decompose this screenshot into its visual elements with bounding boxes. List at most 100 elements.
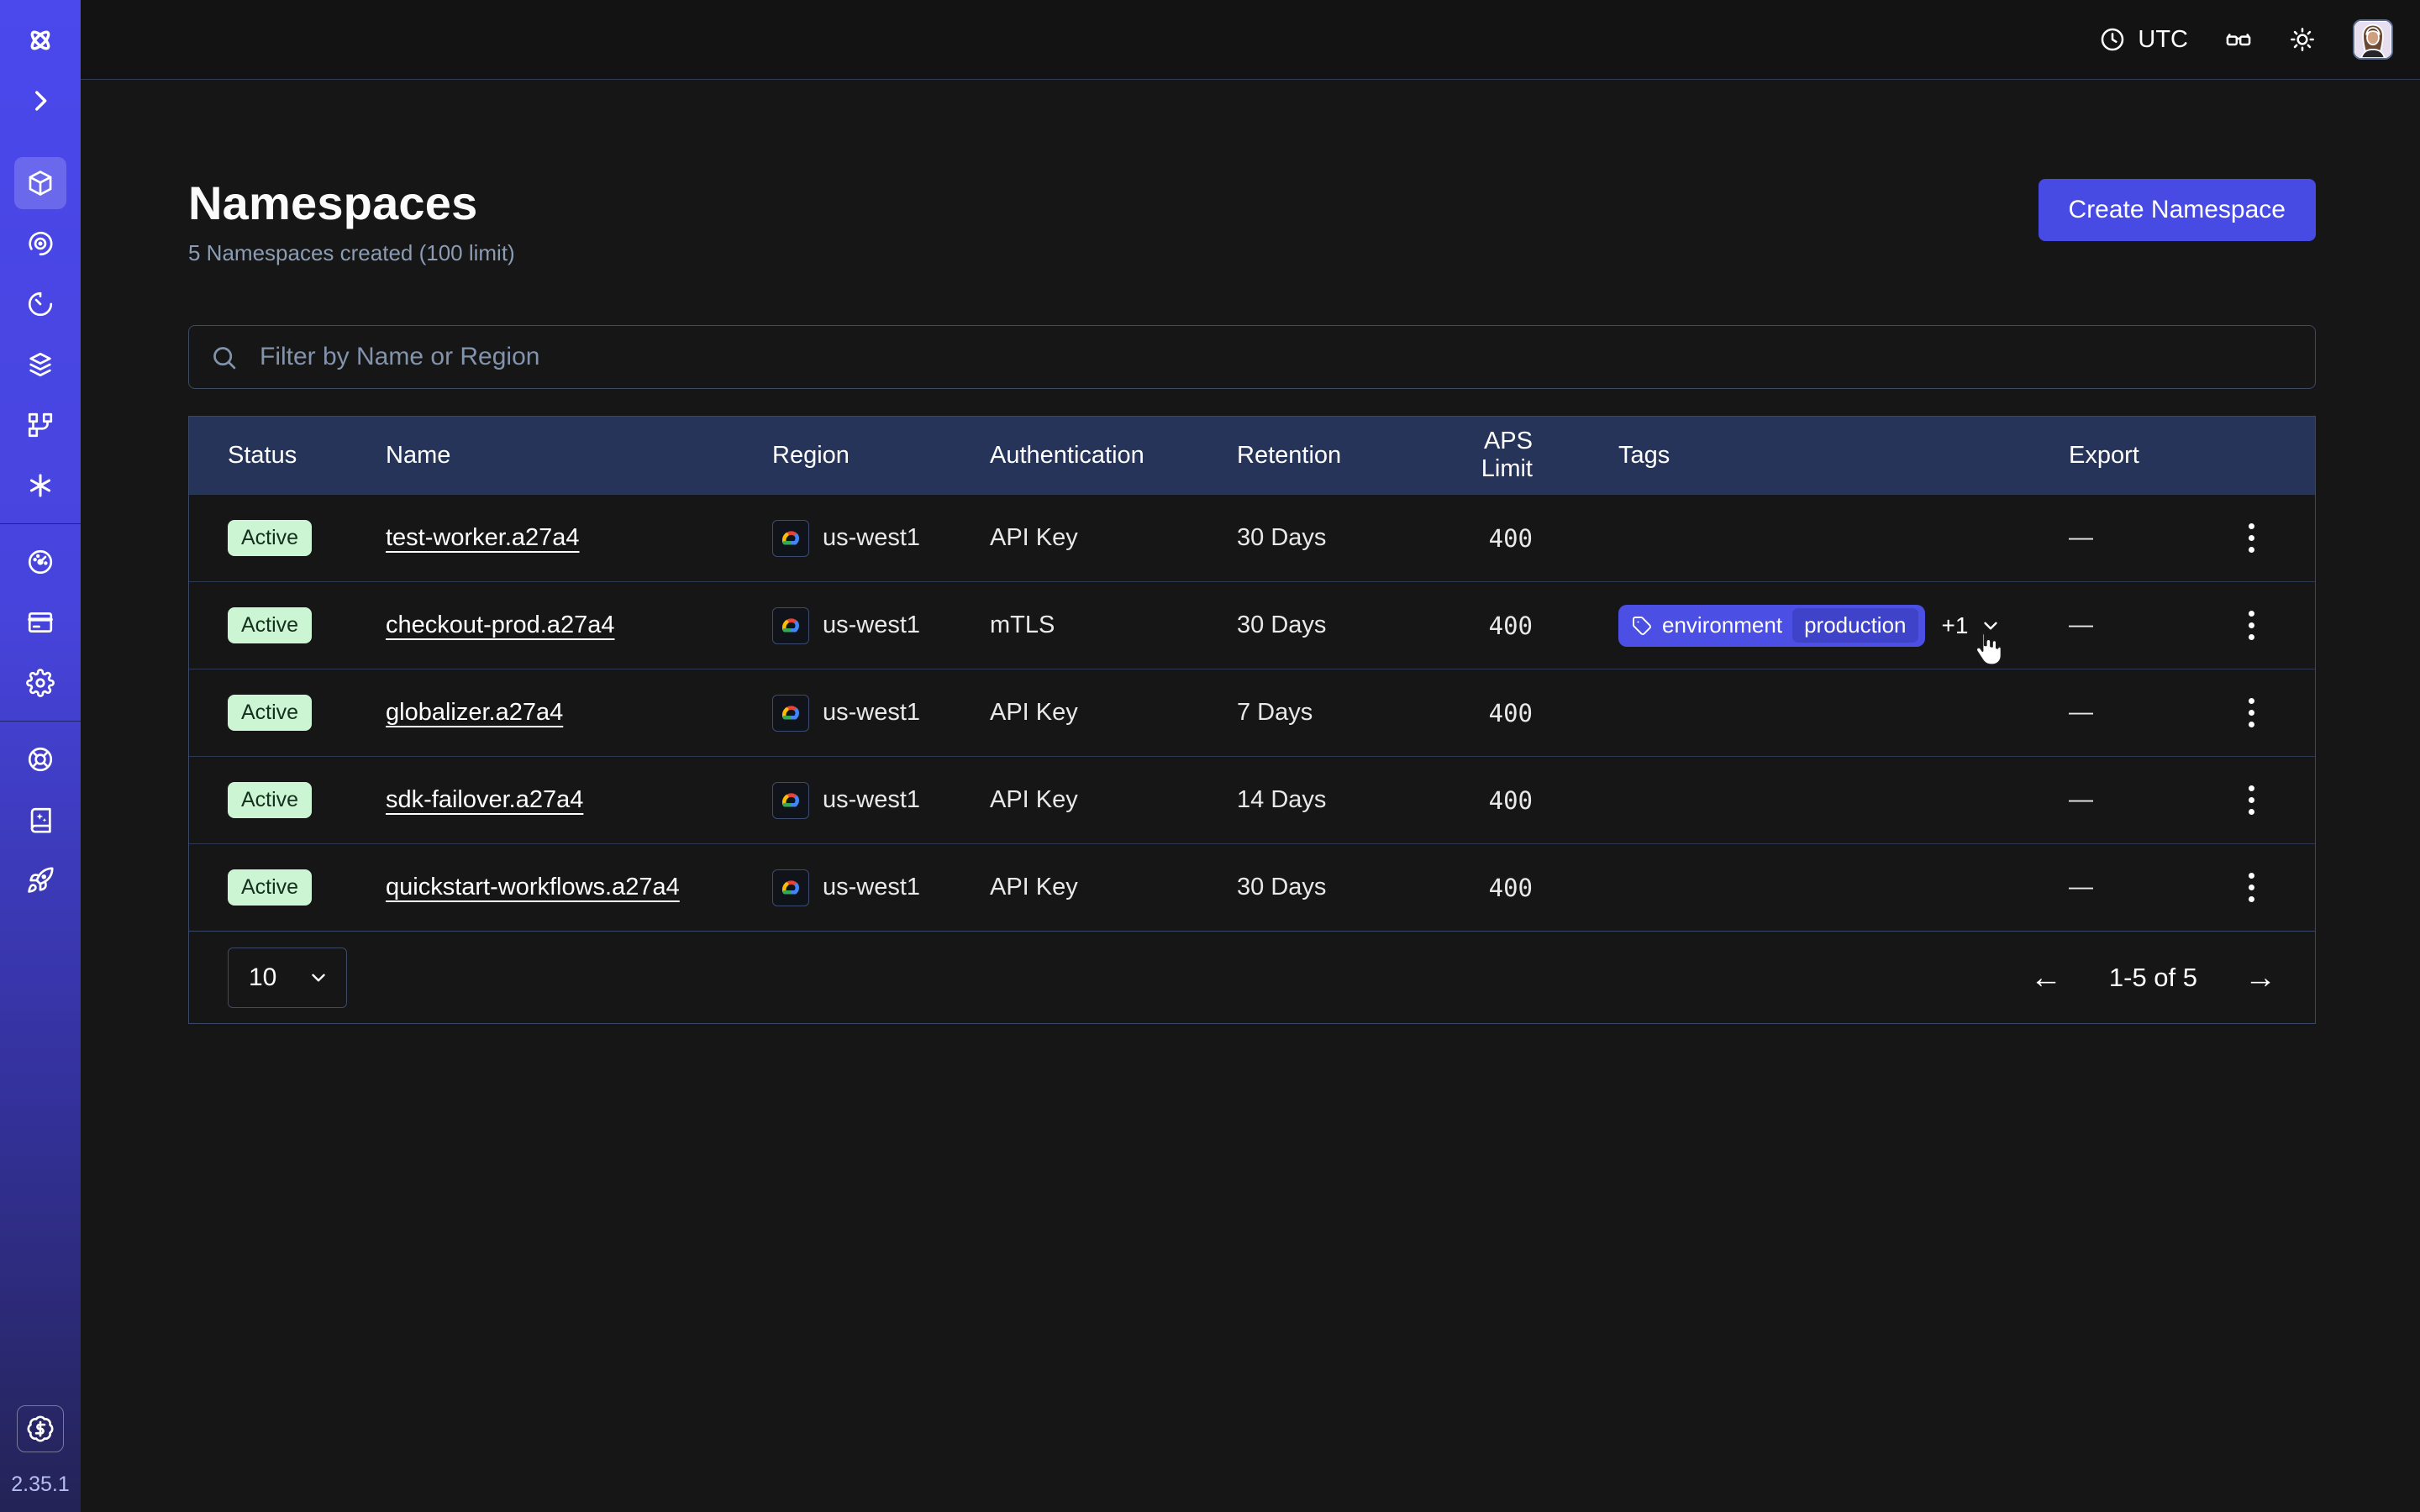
chevron-down-icon: [308, 967, 329, 989]
sidebar-item-workflows[interactable]: [14, 218, 66, 270]
sidebar-divider: [0, 721, 81, 722]
col-retention: Retention: [1237, 442, 1429, 470]
status-badge: Active: [228, 695, 312, 731]
glasses-icon: [2225, 26, 2252, 53]
page-subtitle: 5 Namespaces created (100 limit): [188, 240, 515, 266]
retention-label: 30 Days: [1237, 874, 1429, 901]
gcp-logo-icon: [772, 869, 809, 906]
search-icon: [210, 344, 238, 371]
cost-badge-icon[interactable]: [17, 1405, 64, 1452]
export-value: —: [2039, 524, 2173, 552]
col-export: Export: [2039, 442, 2173, 470]
table-row: Active globalizer.a27a4 us-west1 API Key…: [189, 669, 2315, 756]
status-badge: Active: [228, 607, 312, 643]
namespace-link[interactable]: quickstart-workflows.a27a4: [386, 874, 680, 900]
retention-label: 14 Days: [1237, 786, 1429, 814]
auth-label: API Key: [990, 699, 1237, 727]
user-avatar[interactable]: [2353, 19, 2393, 60]
sidebar-item-nexus[interactable]: [14, 459, 66, 512]
table-header-row: Status Name Region Authentication Retent…: [189, 417, 2315, 494]
table-row: Active quickstart-workflows.a27a4 us-wes…: [189, 843, 2315, 931]
tag-icon: [1632, 616, 1652, 636]
expand-sidebar-icon[interactable]: [14, 75, 66, 127]
prev-page-button[interactable]: ←: [2030, 962, 2062, 994]
sidebar-item-schedules[interactable]: [14, 278, 66, 330]
sidebar-item-deployments[interactable]: [14, 339, 66, 391]
table-row: Active checkout-prod.a27a4 us-west1 mTLS…: [189, 581, 2315, 669]
export-value: —: [2039, 612, 2173, 639]
table-footer: 10 ← 1-5 of 5 →: [189, 931, 2315, 1023]
theme-toggle-button[interactable]: [2289, 26, 2316, 53]
retention-label: 7 Days: [1237, 699, 1429, 727]
tag-pill[interactable]: environment production: [1618, 605, 1925, 647]
sidebar-item-billing[interactable]: [14, 596, 66, 648]
gcp-logo-icon: [772, 607, 809, 644]
aps-value: 400: [1429, 874, 1533, 902]
region-label: us-west1: [823, 874, 920, 901]
next-page-button[interactable]: →: [2244, 962, 2276, 994]
export-value: —: [2039, 786, 2173, 814]
namespace-link[interactable]: sdk-failover.a27a4: [386, 786, 583, 813]
retention-label: 30 Days: [1237, 524, 1429, 552]
col-region: Region: [772, 442, 990, 470]
timezone-selector[interactable]: UTC: [2099, 26, 2188, 54]
aps-value: 400: [1429, 699, 1533, 727]
gcp-logo-icon: [772, 695, 809, 732]
export-value: —: [2039, 874, 2173, 901]
tags-cell: environment production +1: [1533, 605, 2039, 647]
row-menu-button[interactable]: [2240, 690, 2263, 736]
auth-label: API Key: [990, 524, 1237, 552]
sidebar-item-support[interactable]: [14, 733, 66, 785]
tag-value: production: [1792, 608, 1918, 643]
sidebar-item-pipelines[interactable]: [14, 399, 66, 451]
sun-icon: [2289, 26, 2316, 53]
sidebar-item-settings[interactable]: [14, 657, 66, 709]
tags-expand-button[interactable]: [1980, 615, 2002, 637]
sidebar-item-docs[interactable]: [14, 794, 66, 846]
row-menu-button[interactable]: [2240, 515, 2263, 561]
gcp-logo-icon: [772, 520, 809, 557]
sidebar-item-getting-started[interactable]: [14, 854, 66, 906]
region-label: us-west1: [823, 699, 920, 727]
col-status: Status: [228, 442, 386, 470]
col-authentication: Authentication: [990, 442, 1237, 470]
app-root: 2.35.1 UTC Namespaces 5 Namespace: [0, 0, 2420, 1512]
row-menu-button[interactable]: [2240, 864, 2263, 911]
page-title: Namespaces: [188, 176, 515, 230]
topbar: UTC: [81, 0, 2420, 80]
reader-mode-button[interactable]: [2225, 26, 2252, 53]
region-label: us-west1: [823, 524, 920, 552]
table-row: Active sdk-failover.a27a4 us-west1 API K…: [189, 756, 2315, 843]
timezone-label: UTC: [2138, 26, 2188, 54]
page-size-select[interactable]: 10: [228, 948, 347, 1008]
aps-value: 400: [1429, 786, 1533, 815]
retention-label: 30 Days: [1237, 612, 1429, 639]
auth-label: API Key: [990, 786, 1237, 814]
export-value: —: [2039, 699, 2173, 727]
namespaces-table: Status Name Region Authentication Retent…: [188, 416, 2316, 1024]
auth-label: API Key: [990, 874, 1237, 901]
status-badge: Active: [228, 782, 312, 818]
create-namespace-button[interactable]: Create Namespace: [2039, 179, 2316, 241]
col-name: Name: [386, 442, 772, 470]
filter-input[interactable]: [188, 325, 2316, 389]
col-aps-limit: APS Limit: [1429, 428, 1533, 483]
namespace-link[interactable]: test-worker.a27a4: [386, 524, 580, 551]
sidebar-divider: [0, 523, 81, 524]
namespace-link[interactable]: checkout-prod.a27a4: [386, 612, 614, 638]
sidebar-item-namespaces[interactable]: [14, 157, 66, 209]
table-row: Active test-worker.a27a4 us-west1 API Ke…: [189, 494, 2315, 581]
tags-more-count: +1: [1942, 612, 1969, 639]
region-label: us-west1: [823, 612, 920, 639]
pagination-range: 1-5 of 5: [2109, 963, 2197, 993]
row-menu-button[interactable]: [2240, 602, 2263, 648]
region-label: us-west1: [823, 786, 920, 814]
col-tags: Tags: [1533, 442, 2039, 470]
sidebar-item-usage[interactable]: [14, 536, 66, 588]
namespace-link[interactable]: globalizer.a27a4: [386, 699, 563, 726]
row-menu-button[interactable]: [2240, 777, 2263, 823]
sidebar: 2.35.1: [0, 0, 81, 1512]
auth-label: mTLS: [990, 612, 1237, 639]
temporal-logo-icon[interactable]: [14, 14, 66, 66]
status-badge: Active: [228, 869, 312, 906]
